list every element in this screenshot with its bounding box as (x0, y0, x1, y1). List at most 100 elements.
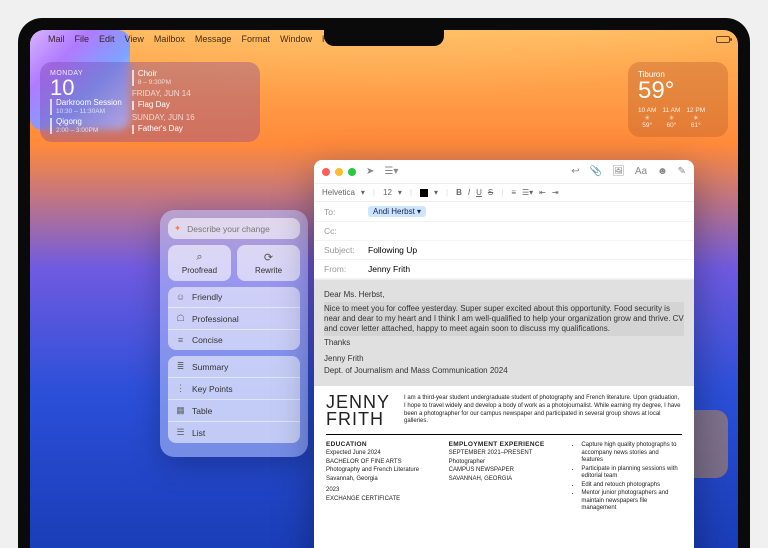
from-field[interactable]: Jenny Frith (368, 264, 410, 274)
resume-bullet: Capture high quality photographs to acco… (581, 442, 682, 465)
resume-bullet: Edit and retouch photographs (581, 482, 682, 490)
rewrite-button[interactable]: ⟳ Rewrite (237, 245, 300, 281)
body-paragraph: Nice to meet you for coffee yesterday. S… (324, 302, 684, 336)
underline-button[interactable]: U (476, 188, 482, 197)
subject-label: Subject: (324, 245, 362, 255)
emoji-icon[interactable]: ☻ (657, 166, 668, 177)
option-label: Table (192, 406, 212, 416)
link-icon[interactable]: 🖼 (612, 166, 625, 177)
edu-line: BACHELOR OF FINE ARTS (326, 459, 437, 467)
list-icon: ☰ (175, 427, 186, 438)
close-icon[interactable] (322, 168, 330, 176)
rewrite-label: Rewrite (255, 266, 282, 275)
keypoints-option[interactable]: ⋮ Key Points (168, 377, 300, 399)
format-bar: Helvetica▾ | 12▾ | ▾ | B I U S | ≡ ☰▾ ⇤ … (314, 184, 694, 202)
option-label: Concise (192, 335, 223, 345)
indent-in-icon[interactable]: ⇥ (552, 188, 559, 197)
option-label: Friendly (192, 292, 222, 302)
weather-hour-temp: 61° (686, 122, 705, 129)
edu-line: Photography and French Literature (326, 467, 437, 475)
weather-temp: 59° (638, 79, 718, 103)
header-fields-icon[interactable]: ☰▾ (384, 166, 398, 177)
mail-compose-window: ➤ ☰▾ ↩ 📎 🖼 Aa ☻ ✎ Helvetica▾ | 12▾ | ▾ |… (314, 160, 694, 548)
employment-heading: EMPLOYMENT EXPERIENCE (449, 441, 560, 448)
writing-tools-icon[interactable]: ✎ (678, 166, 686, 177)
menu-window[interactable]: Window (280, 34, 312, 44)
text-color-icon[interactable] (420, 189, 428, 197)
menu-view[interactable]: View (125, 34, 144, 44)
zoom-icon[interactable] (348, 168, 356, 176)
menu-mailbox[interactable]: Mailbox (154, 34, 185, 44)
cal-event: Flag Day (138, 101, 250, 110)
list-option[interactable]: ☰ List (168, 421, 300, 443)
describe-change-input[interactable]: ✦ Describe your change (168, 218, 300, 239)
reply-icon[interactable]: ↩ (571, 166, 579, 177)
cal-event: Choir (138, 70, 250, 79)
weather-hour: 11 AM (662, 107, 680, 114)
education-heading: EDUCATION (326, 441, 437, 448)
weather-hour-temp: 60° (662, 122, 680, 129)
menu-file[interactable]: File (75, 34, 90, 44)
summary-icon: ≣ (175, 361, 186, 372)
body-signature-name: Jenny Frith (324, 354, 684, 364)
concise-icon: ≡ (175, 335, 186, 345)
table-icon: ▦ (175, 405, 186, 416)
calendar-day-number: 10 (50, 77, 122, 99)
edu-line: 2023 (326, 487, 437, 495)
option-label: Professional (192, 314, 239, 324)
laptop-notch (324, 30, 444, 46)
option-label: List (192, 428, 205, 438)
option-label: Key Points (192, 384, 233, 394)
attach-icon[interactable]: 📎 (590, 166, 602, 177)
bold-button[interactable]: B (456, 188, 462, 197)
subject-field[interactable]: Following Up (368, 245, 417, 255)
from-label: From: (324, 264, 362, 274)
window-titlebar[interactable]: ➤ ☰▾ ↩ 📎 🖼 Aa ☻ ✎ (314, 160, 694, 184)
weather-hour-temp: 59° (638, 122, 656, 129)
align-icon[interactable]: ≡ (511, 188, 516, 197)
minimize-icon[interactable] (335, 168, 343, 176)
weather-hour: 12 PM (686, 107, 705, 114)
cal-event: Qigong (56, 118, 122, 127)
list-format-icon[interactable]: ☰▾ (522, 188, 533, 197)
magnify-icon: ⌕ (172, 251, 227, 264)
edu-line: Expected June 2024 (326, 450, 437, 458)
cal-event-time: 2:00 – 3:00PM (56, 127, 122, 134)
to-recipient-pill[interactable]: Andi Herbst ▾ (368, 206, 426, 217)
keypoints-icon: ⋮ (175, 383, 186, 394)
concise-option[interactable]: ≡ Concise (168, 329, 300, 350)
strike-button[interactable]: S (488, 188, 493, 197)
send-icon[interactable]: ➤ (366, 166, 374, 177)
emp-line: SEPTEMBER 2021–PRESENT (449, 450, 560, 458)
weather-widget[interactable]: Tiburon 59° 10 AM☀︎59° 11 AM☀︎60° 12 PM☀… (628, 62, 728, 137)
emp-line: SAVANNAH, GEORGIA (449, 476, 560, 484)
message-body[interactable]: Dear Ms. Herbst, Nice to meet you for co… (314, 280, 694, 386)
menu-message[interactable]: Message (195, 34, 232, 44)
smile-icon: ☺ (175, 292, 186, 302)
cc-field[interactable] (368, 226, 684, 236)
edu-line: Savannah, Georgia (326, 476, 437, 484)
font-family-select[interactable]: Helvetica (322, 188, 355, 197)
calendar-widget[interactable]: MONDAY 10 Darkroom Session10:30 – 11:30A… (40, 62, 260, 142)
calendar-day-label: MONDAY (50, 70, 122, 77)
format-icon[interactable]: Aa (635, 166, 647, 177)
resume-attachment[interactable]: JENNY FRITH I am a third-year student un… (314, 386, 694, 548)
battery-icon[interactable] (716, 36, 730, 43)
font-size-select[interactable]: 12 (383, 188, 392, 197)
cal-date-header: SUNDAY, JUN 16 (132, 113, 250, 122)
italic-button[interactable]: I (468, 188, 470, 197)
rewrite-icon: ⟳ (241, 251, 296, 264)
summary-option[interactable]: ≣Summary (168, 356, 300, 377)
cc-label: Cc: (324, 226, 362, 236)
friendly-option[interactable]: ☺ Friendly (168, 287, 300, 307)
indent-out-icon[interactable]: ⇤ (539, 188, 546, 197)
cal-event: Father's Day (138, 125, 250, 134)
resume-bullet: Participate in planning sessions with ed… (581, 466, 682, 481)
menu-format[interactable]: Format (241, 34, 270, 44)
professional-option[interactable]: ☖ Professional (168, 307, 300, 329)
briefcase-icon: ☖ (175, 313, 186, 324)
table-option[interactable]: ▦ Table (168, 399, 300, 421)
menu-edit[interactable]: Edit (99, 34, 115, 44)
proofread-button[interactable]: ⌕Proofread (168, 245, 231, 281)
menu-mail[interactable]: Mail (48, 34, 65, 44)
